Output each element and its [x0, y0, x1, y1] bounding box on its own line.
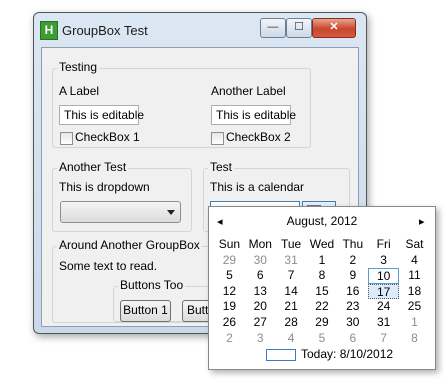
testing-groupbox-title: Testing: [57, 60, 100, 74]
app-icon: H: [40, 21, 58, 40]
maximize-button[interactable]: ☐: [286, 18, 312, 38]
calendar-day[interactable]: 25: [399, 299, 430, 315]
chevron-down-icon: [167, 210, 175, 215]
month-calendar-popup: ◂ August, 2012 ▸ Sun Mon Tue Wed Thu Fri Sat 2…: [208, 206, 436, 370]
calendar-day[interactable]: 22: [307, 299, 338, 315]
calendar-day[interactable]: 8: [307, 268, 338, 284]
calendar-week-row: 2345678: [214, 331, 430, 347]
calendar-day[interactable]: 1: [399, 315, 430, 331]
checkbox-1-label: CheckBox 1: [75, 130, 140, 144]
calendar-day[interactable]: 7: [276, 268, 307, 284]
calendar-day[interactable]: 11: [399, 268, 430, 284]
calendar-day[interactable]: 16: [337, 284, 368, 300]
calendar-week-row: 19 20 21 22 23 24 25: [214, 299, 430, 315]
day-of-week-header: Thu: [342, 237, 364, 251]
dropdown-label: This is dropdown: [59, 180, 150, 194]
dropdown-combobox[interactable]: [60, 201, 181, 223]
day-of-week-header: Fri: [376, 237, 391, 251]
another-test-groupbox-title: Another Test: [57, 160, 129, 174]
calendar-day[interactable]: 14: [276, 284, 307, 300]
calendar-day[interactable]: 12: [214, 284, 245, 300]
today-link[interactable]: Today: 8/10/2012: [301, 347, 393, 361]
day-of-week-row: Sun Mon Tue Wed Thu Fri Sat: [214, 237, 430, 253]
day-of-week-header: Tue: [280, 237, 302, 251]
close-button[interactable]: ✕: [312, 18, 356, 38]
calendar-footer[interactable]: Today: 8/10/2012: [209, 347, 435, 365]
calendar-day[interactable]: 2: [337, 253, 368, 269]
checkbox-1[interactable]: [60, 132, 73, 145]
calendar-day[interactable]: 21: [276, 299, 307, 315]
editable-textbox-2[interactable]: This is editable: [211, 105, 296, 125]
calendar-day[interactable]: 7: [368, 331, 399, 347]
title-bar[interactable]: H GroupBox Test — ☐ ✕: [34, 13, 366, 47]
calendar-day-grid: Sun Mon Tue Wed Thu Fri Sat 29 30 31 1 2 3 4 5 6 7 8 9 10 1…: [214, 237, 430, 346]
calendar-day-today[interactable]: 10: [368, 268, 400, 284]
calendar-week-row: 29 30 31 1 2 3 4: [214, 253, 430, 269]
checkbox-2-label: CheckBox 2: [226, 130, 291, 144]
calendar-week-row: 26 27 28 29 30 31 1: [214, 315, 430, 331]
today-marker-box: [266, 349, 296, 361]
calendar-day[interactable]: 19: [214, 299, 245, 315]
calendar-day[interactable]: 13: [245, 284, 276, 300]
button-1[interactable]: Button 1: [120, 300, 171, 322]
calendar-day[interactable]: 27: [245, 315, 276, 331]
button-2[interactable]: Butto: [182, 300, 210, 322]
buttons-too-groupbox-title: Buttons Too: [118, 278, 186, 292]
calendar-day[interactable]: 29: [214, 253, 245, 269]
calendar-week-row: 5 6 7 8 9 10 11: [214, 268, 430, 284]
calendar-week-row: 12 13 14 15 16 17 18: [214, 283, 430, 300]
day-of-week-header: Sun: [218, 237, 241, 251]
day-of-week-header: Sat: [405, 237, 424, 251]
day-of-week-header: Wed: [309, 237, 335, 251]
calendar-day[interactable]: 23: [337, 299, 368, 315]
minimize-button[interactable]: —: [260, 18, 286, 38]
editable-textbox-1[interactable]: This is editable: [59, 105, 144, 125]
test-groupbox-title: Test: [208, 160, 235, 174]
calendar-day[interactable]: 4: [276, 331, 307, 347]
calendar-month-title[interactable]: August, 2012: [209, 214, 435, 228]
calendar-day[interactable]: 31: [276, 253, 307, 269]
calendar-day[interactable]: 4: [399, 253, 430, 269]
a-label: A Label: [59, 84, 100, 98]
calendar-day[interactable]: 1: [307, 253, 338, 269]
calendar-day[interactable]: 30: [337, 315, 368, 331]
calendar-day[interactable]: 8: [399, 331, 430, 347]
calendar-day[interactable]: 30: [245, 253, 276, 269]
another-label: Another Label: [211, 84, 286, 98]
calendar-label: This is a calendar: [210, 180, 305, 194]
calendar-day[interactable]: 24: [368, 299, 399, 315]
read-only-text: Some text to read.: [59, 259, 158, 273]
next-month-arrow-icon[interactable]: ▸: [419, 215, 425, 228]
around-another-groupbox-title: Around Another GroupBox: [57, 238, 202, 252]
calendar-day[interactable]: 9: [337, 268, 368, 284]
calendar-day[interactable]: 5: [214, 268, 245, 284]
calendar-day-selected[interactable]: 17: [368, 283, 400, 300]
calendar-day[interactable]: 29: [307, 315, 338, 331]
calendar-day[interactable]: 5: [307, 331, 338, 347]
calendar-day[interactable]: 6: [337, 331, 368, 347]
window-title: GroupBox Test: [62, 23, 148, 38]
calendar-day[interactable]: 2: [214, 331, 245, 347]
calendar-day[interactable]: 18: [399, 284, 430, 300]
calendar-day[interactable]: 15: [307, 284, 338, 300]
calendar-day[interactable]: 31: [368, 315, 399, 331]
calendar-day[interactable]: 26: [214, 315, 245, 331]
calendar-day[interactable]: 3: [245, 331, 276, 347]
calendar-day[interactable]: 6: [245, 268, 276, 284]
calendar-day[interactable]: 28: [276, 315, 307, 331]
calendar-day[interactable]: 3: [368, 253, 399, 269]
day-of-week-header: Mon: [248, 237, 272, 251]
checkbox-2[interactable]: [211, 132, 224, 145]
calendar-day[interactable]: 20: [245, 299, 276, 315]
